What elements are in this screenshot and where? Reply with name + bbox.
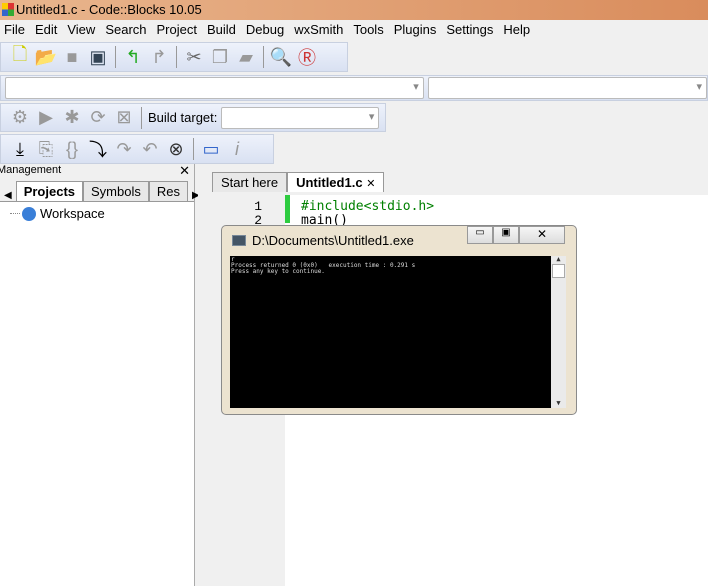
- scroll-thumb[interactable]: [552, 264, 565, 278]
- console-line: Press any key to continue.: [231, 268, 325, 275]
- undo-icon[interactable]: ↰: [122, 46, 144, 68]
- menu-tools[interactable]: Tools: [349, 20, 389, 40]
- run-icon[interactable]: ▶: [35, 107, 57, 129]
- separator: [263, 46, 264, 68]
- menu-debug[interactable]: Debug: [242, 20, 290, 40]
- tab-scroll-left-icon[interactable]: ◀: [0, 190, 16, 201]
- scroll-up-icon[interactable]: ▲: [551, 256, 566, 263]
- scroll-down-icon[interactable]: ▼: [551, 400, 566, 407]
- debug-windows-icon[interactable]: ▭: [200, 138, 222, 160]
- console-title: D:\Documents\Untitled1.exe: [252, 233, 414, 248]
- title-bar: Untitled1.c - Code::Blocks 10.05: [0, 0, 708, 20]
- menu-help[interactable]: Help: [499, 20, 536, 40]
- tree-item-workspace[interactable]: Workspace: [0, 202, 194, 221]
- build-target-combo[interactable]: [221, 106, 380, 129]
- paste-icon[interactable]: ▰: [235, 46, 257, 68]
- save-icon[interactable]: ■: [61, 46, 83, 68]
- close-button[interactable]: ✕: [519, 226, 565, 244]
- tab-untitled1[interactable]: Untitled1.c ✕: [287, 172, 385, 192]
- save-all-icon[interactable]: ▣: [87, 46, 109, 68]
- editor-tabs: Start here Untitled1.c ✕: [212, 172, 385, 192]
- menu-settings[interactable]: Settings: [442, 20, 499, 40]
- new-file-icon[interactable]: 🗋: [9, 44, 31, 68]
- main-toolbar: 🗋 📂 ■ ▣ ↰ ↱ ✂ ❐ ▰ 🔍 Ⓡ: [0, 42, 348, 72]
- management-header: Management ✕: [0, 163, 194, 179]
- code-line: #include<stdio.h>: [301, 199, 435, 214]
- tab-symbols[interactable]: Symbols: [83, 181, 149, 201]
- debugger-toolbar: ⤓ ⎘ {} ⤵ ↷ ↶ ⊗ ▭ i: [0, 134, 274, 164]
- window-title: Untitled1.c - Code::Blocks 10.05: [16, 2, 202, 17]
- management-panel: Management ✕ ◀ Projects Symbols Res ▶ Wo…: [0, 163, 200, 586]
- maximize-button[interactable]: ▣: [493, 226, 519, 244]
- management-tabs: ◀ Projects Symbols Res ▶: [0, 178, 200, 202]
- management-title: Management: [0, 164, 62, 176]
- tab-start-here[interactable]: Start here: [212, 172, 288, 192]
- run-to-cursor-icon[interactable]: ⎘: [35, 138, 57, 160]
- tree-line: [10, 213, 20, 214]
- console-window: D:\Documents\Untitled1.exe ▭ ▣ ✕ r Proce…: [221, 225, 577, 415]
- close-tab-icon[interactable]: ✕: [366, 178, 375, 190]
- console-output[interactable]: r Process returned 0 (0x0) execution tim…: [230, 256, 566, 408]
- workspace-label: Workspace: [40, 206, 105, 221]
- rebuild-icon[interactable]: ⟳: [87, 107, 109, 129]
- build-run-icon[interactable]: ✱: [61, 107, 83, 129]
- console-scrollbar[interactable]: ▲ ▼: [551, 256, 566, 408]
- workspace-icon: [22, 206, 36, 221]
- build-gear-icon[interactable]: ⚙: [9, 107, 31, 129]
- next-line-icon[interactable]: {}: [61, 138, 83, 160]
- menu-build[interactable]: Build: [203, 20, 242, 40]
- cut-icon[interactable]: ✂: [183, 46, 205, 68]
- debug-run-icon[interactable]: ⤓: [9, 138, 31, 160]
- symbol-combo[interactable]: [427, 77, 707, 99]
- separator: [115, 46, 116, 68]
- build-target-label: Build target:: [148, 110, 218, 125]
- menu-file[interactable]: File: [0, 20, 31, 40]
- compiler-toolbar: ⚙ ▶ ✱ ⟳ ⊠ Build target:: [0, 103, 386, 132]
- copy-icon[interactable]: ❐: [209, 46, 231, 68]
- code-completion-toolbar: [0, 75, 708, 101]
- minimize-button[interactable]: ▭: [467, 226, 493, 244]
- menu-view[interactable]: View: [63, 20, 101, 40]
- step-over-icon[interactable]: ⤵: [87, 138, 109, 160]
- menu-wxsmith[interactable]: wxSmith: [290, 20, 349, 40]
- codeblocks-logo-icon: [2, 3, 14, 16]
- change-marker: [285, 195, 290, 223]
- tab-label: Untitled1.c: [296, 175, 363, 190]
- menu-project[interactable]: Project: [153, 20, 203, 40]
- tab-projects[interactable]: Projects: [15, 181, 84, 201]
- find-icon[interactable]: 🔍: [270, 46, 292, 68]
- replace-icon[interactable]: Ⓡ: [296, 46, 318, 68]
- code-lines: #include<stdio.h> main(): [301, 200, 434, 228]
- console-app-icon: [232, 235, 246, 246]
- line-number: 1: [254, 199, 262, 214]
- separator: [141, 106, 142, 129]
- stop-debugger-icon[interactable]: ⊗: [165, 138, 187, 160]
- step-into-icon[interactable]: ↷: [113, 138, 135, 160]
- abort-icon[interactable]: ⊠: [113, 107, 135, 129]
- info-icon[interactable]: i: [226, 138, 248, 160]
- scope-combo[interactable]: [5, 77, 424, 99]
- step-out-icon[interactable]: ↶: [139, 138, 161, 160]
- menu-edit[interactable]: Edit: [31, 20, 63, 40]
- tab-resources[interactable]: Res: [148, 181, 188, 201]
- close-icon[interactable]: ✕: [179, 163, 190, 179]
- redo-icon[interactable]: ↱: [148, 46, 170, 68]
- open-folder-icon[interactable]: 📂: [35, 46, 57, 68]
- menu-plugins[interactable]: Plugins: [390, 20, 443, 40]
- separator: [176, 46, 177, 68]
- menu-search[interactable]: Search: [101, 20, 152, 40]
- separator: [193, 138, 194, 160]
- menu-bar: File Edit View Search Project Build Debu…: [0, 20, 708, 40]
